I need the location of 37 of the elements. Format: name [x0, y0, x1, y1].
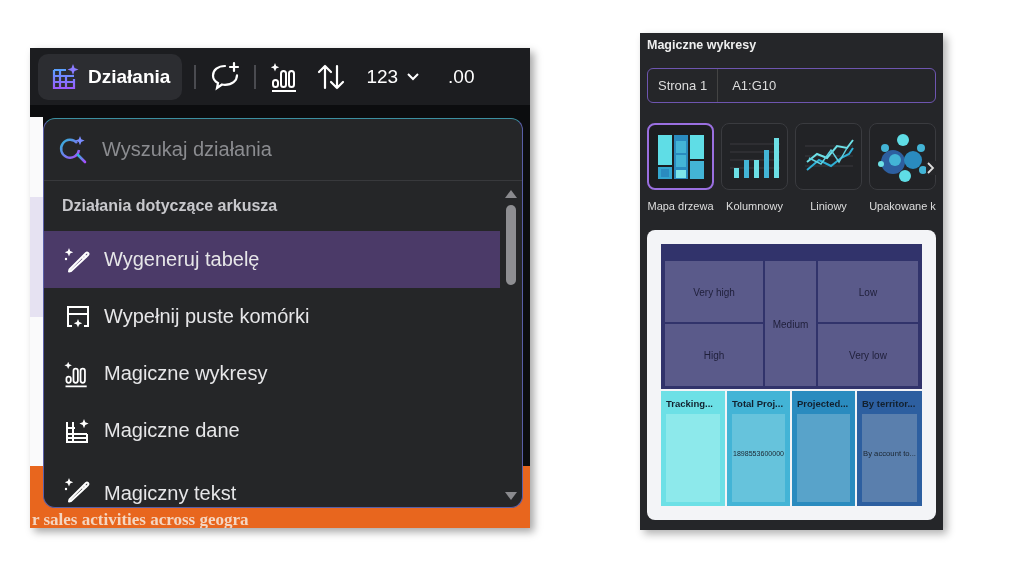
number-format-dropdown[interactable]: 123	[360, 65, 427, 88]
chart-type-label: Liniowy	[810, 200, 847, 212]
chart-type-label: Upakowane k	[869, 200, 936, 212]
menu-item[interactable]: Wypełnij puste komórki	[44, 288, 500, 345]
scroll-down-icon[interactable]	[504, 491, 518, 501]
chart-type-tile[interactable]	[869, 123, 936, 190]
decimal-format-button[interactable]: .00	[438, 65, 475, 88]
search-field[interactable]: Wyszukaj działania	[102, 138, 482, 161]
cell-label: Low	[858, 286, 877, 297]
cell-label: High	[703, 349, 724, 361]
chart-type-tile[interactable]	[647, 123, 714, 190]
chevron-down-icon	[406, 71, 421, 82]
chart-type-tile[interactable]	[721, 123, 788, 190]
menu-item[interactable]: Wygeneruj tabelę	[44, 231, 500, 288]
chart-type-label: Mapa drzewa	[647, 200, 714, 212]
chart-type-label: Kolumnowy	[726, 200, 783, 212]
group-label: By territor...	[861, 397, 915, 409]
actions-button[interactable]: Działania	[38, 53, 183, 100]
cell-label: Very low	[848, 349, 887, 361]
range-field[interactable]: Strona 1 A1:G10	[647, 68, 936, 103]
group-label: Total Proj...	[731, 397, 783, 409]
group-label: Projected...	[796, 397, 848, 409]
banner-text: r sales activities across geogra	[31, 511, 249, 528]
cell-range: A1:G10	[731, 78, 777, 93]
scroll-thumb[interactable]	[506, 205, 516, 285]
section-title: Działania dotyczące arkusza	[61, 196, 279, 216]
menu-item[interactable]: Magiczne dane	[44, 402, 500, 459]
cell-label: Medium	[772, 318, 808, 329]
sheet-name: Strona 1	[648, 69, 719, 102]
chart-type-tile[interactable]	[795, 123, 862, 190]
scroll-up-icon[interactable]	[504, 189, 518, 199]
menu-item[interactable]: Magiczny tekst	[44, 459, 500, 507]
cell-label: Very high	[692, 286, 735, 297]
chevron-right-icon[interactable]	[926, 161, 936, 175]
panel-title: Magiczne wykresy	[647, 38, 758, 52]
menu-item[interactable]: Magiczne wykresy	[44, 345, 500, 402]
group-label: Tracking...	[665, 397, 713, 409]
